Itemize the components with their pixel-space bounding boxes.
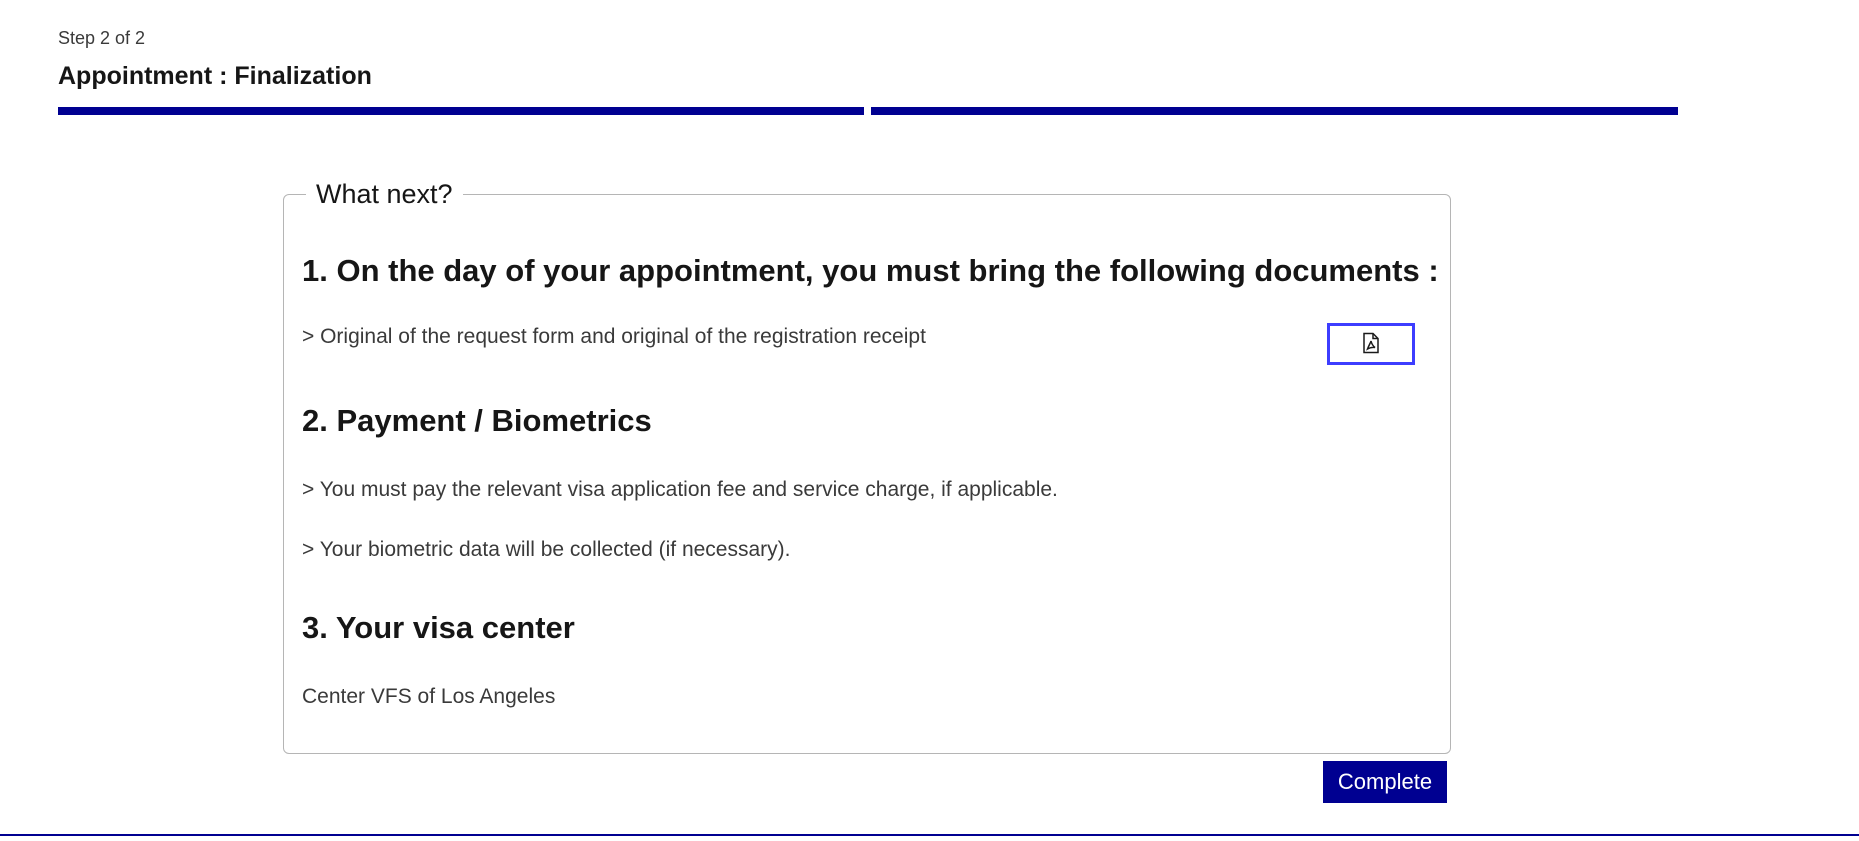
download-pdf-button[interactable] xyxy=(1327,323,1415,365)
panel-legend: What next? xyxy=(306,179,463,210)
what-next-panel: What next? 1. On the day of your appoint… xyxy=(283,179,1451,754)
page-title: Appointment : Finalization xyxy=(58,62,372,90)
biometrics-item: > Your biometric data will be collected … xyxy=(302,538,791,561)
section-payment-heading: 2. Payment / Biometrics xyxy=(302,403,652,438)
documents-item: > Original of the request form and origi… xyxy=(302,325,926,348)
visa-center-name: Center VFS of Los Angeles xyxy=(302,685,556,708)
progress-step-1 xyxy=(58,107,864,115)
footer-divider xyxy=(0,834,1859,836)
step-indicator: Step 2 of 2 xyxy=(58,28,146,48)
section-documents-heading: 1. On the day of your appointment, you m… xyxy=(302,253,1439,288)
payment-item: > You must pay the relevant visa applica… xyxy=(302,478,1058,501)
pdf-file-icon xyxy=(1361,332,1381,357)
complete-button[interactable]: Complete xyxy=(1323,761,1447,803)
progress-step-2 xyxy=(871,107,1678,115)
progress-bar xyxy=(58,107,1678,115)
section-visa-center-heading: 3. Your visa center xyxy=(302,610,575,645)
